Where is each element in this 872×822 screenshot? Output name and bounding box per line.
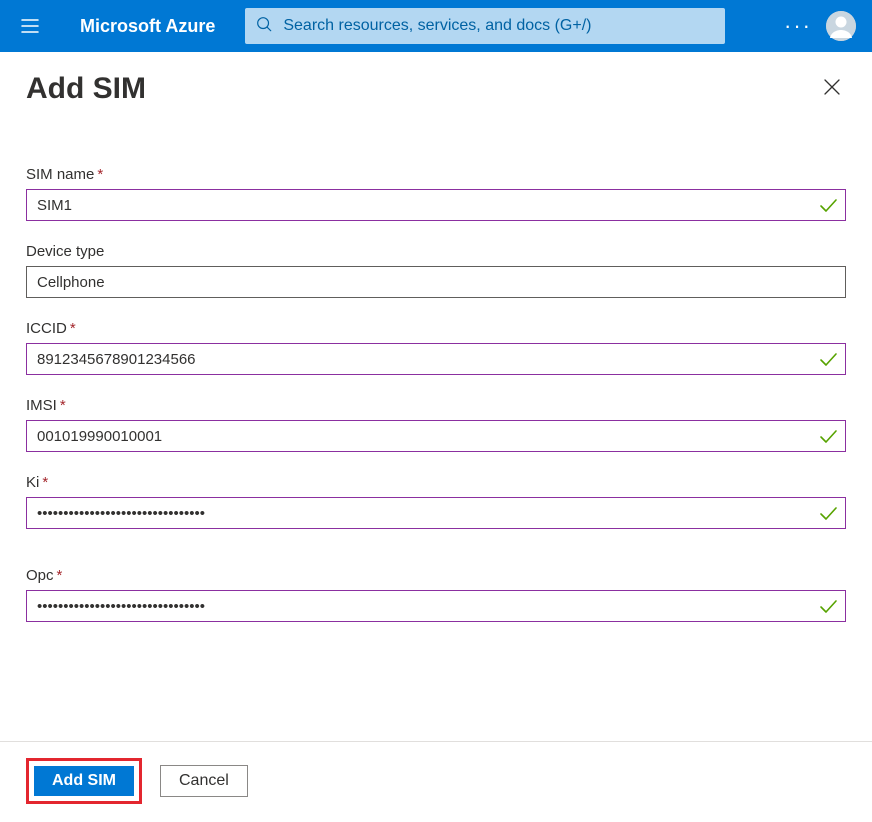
ki-input[interactable] xyxy=(26,497,846,529)
imsi-input[interactable] xyxy=(26,420,846,452)
more-icon[interactable]: ··· xyxy=(778,6,818,46)
device-type-label: Device type xyxy=(26,243,846,260)
cancel-button[interactable]: Cancel xyxy=(160,765,248,797)
opc-input[interactable] xyxy=(26,590,846,622)
footer-bar: Add SIM Cancel xyxy=(0,741,872,822)
field-imsi: IMSI* xyxy=(26,397,846,452)
opc-label: Opc* xyxy=(26,567,846,584)
imsi-label: IMSI* xyxy=(26,397,846,414)
field-device-type: Device type xyxy=(26,243,846,298)
search-icon xyxy=(255,15,273,38)
iccid-input[interactable] xyxy=(26,343,846,375)
page-content: Add SIM SIM name* Device type ICCID* IMS… xyxy=(0,52,872,622)
ki-label: Ki* xyxy=(26,474,846,491)
search-box[interactable] xyxy=(245,8,725,44)
field-ki: Ki* xyxy=(26,474,846,529)
highlight-box: Add SIM xyxy=(26,758,142,804)
field-sim-name: SIM name* xyxy=(26,166,846,221)
sim-name-input[interactable] xyxy=(26,189,846,221)
check-icon xyxy=(818,349,838,369)
field-opc: Opc* xyxy=(26,567,846,622)
device-type-input[interactable] xyxy=(26,266,846,298)
sim-name-label: SIM name* xyxy=(26,166,846,183)
search-input[interactable] xyxy=(283,17,715,35)
brand-label: Microsoft Azure xyxy=(80,16,215,37)
avatar[interactable] xyxy=(826,11,856,41)
field-iccid: ICCID* xyxy=(26,320,846,375)
check-icon xyxy=(818,426,838,446)
check-icon xyxy=(818,503,838,523)
close-icon[interactable] xyxy=(822,77,846,101)
hamburger-menu-icon[interactable] xyxy=(10,6,50,46)
check-icon xyxy=(818,195,838,215)
page-title: Add SIM xyxy=(26,72,146,106)
top-bar: Microsoft Azure ··· xyxy=(0,0,872,52)
iccid-label: ICCID* xyxy=(26,320,846,337)
add-sim-button[interactable]: Add SIM xyxy=(34,766,134,796)
check-icon xyxy=(818,596,838,616)
